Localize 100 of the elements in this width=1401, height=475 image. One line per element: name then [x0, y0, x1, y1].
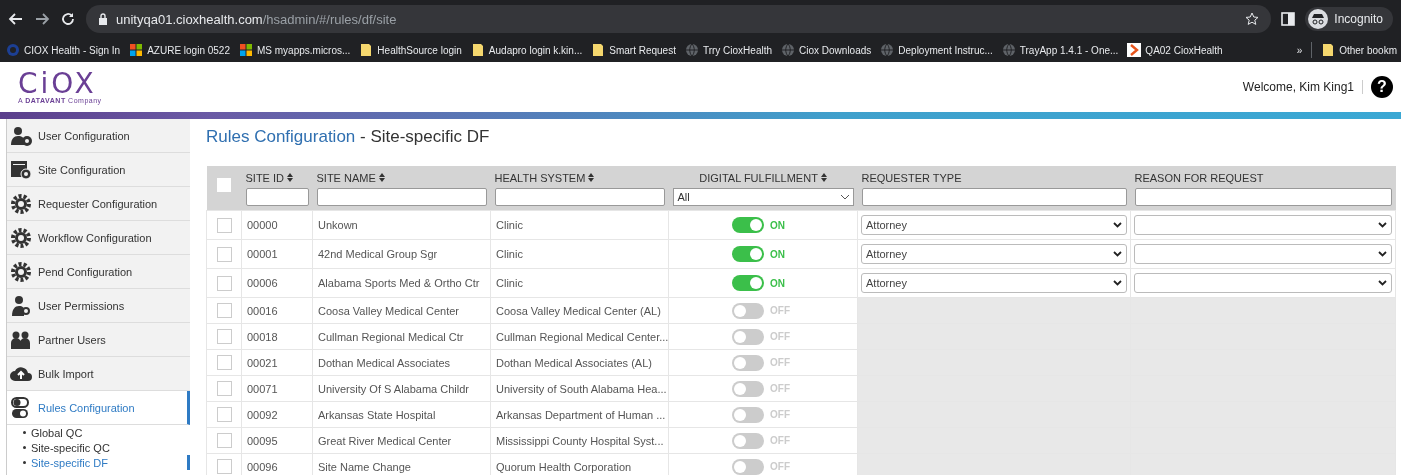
filter-dropdown[interactable]: All: [672, 188, 854, 206]
toggle-switch[interactable]: [732, 275, 764, 291]
row-dropdown[interactable]: Attorney: [861, 244, 1127, 264]
star-icon[interactable]: [1245, 12, 1260, 26]
row-dropdown[interactable]: Attorney: [861, 273, 1127, 293]
help-button[interactable]: ?: [1371, 76, 1393, 98]
table-cell: 42nd Medical Group Sgr: [312, 239, 491, 269]
bookmark-link[interactable]: AZURE login 0522: [129, 43, 230, 57]
sidepanel-icon[interactable]: [1281, 12, 1296, 26]
bookmark-link[interactable]: Deployment Instruc...: [880, 43, 993, 57]
row-checkbox[interactable]: [216, 303, 232, 318]
toggle-switch[interactable]: [732, 302, 764, 319]
profile-chip[interactable]: Incognito: [1305, 7, 1393, 31]
toggle-switch[interactable]: [732, 217, 764, 233]
row-dropdown[interactable]: Attorney: [861, 215, 1127, 235]
toggle-switch[interactable]: [732, 380, 764, 397]
sidebar-item[interactable]: Pend Configuration: [7, 255, 190, 289]
table-cell: 00071: [241, 375, 313, 402]
chevron-down-icon: [840, 194, 849, 200]
url-text[interactable]: unityqa01.cioxhealth.com/hsadmin/#/rules/df/site: [116, 11, 397, 27]
row-checkbox[interactable]: [216, 459, 232, 474]
sidebar-item[interactable]: Site Configuration: [7, 153, 190, 187]
other-bookmarks-link[interactable]: Other bookm: [1321, 43, 1397, 57]
table-cell: Arkansas State Hospital: [312, 401, 491, 428]
table-cell: Unkown: [312, 210, 491, 240]
sidebar-item[interactable]: Partner Users: [7, 323, 190, 357]
row-checkbox[interactable]: [216, 246, 232, 262]
toggle-label: ON: [770, 219, 786, 231]
row-checkbox[interactable]: [216, 381, 232, 396]
sidebar-item[interactable]: Requester Configuration: [7, 187, 190, 221]
bookmark-link[interactable]: QA02 CioxHealth: [1127, 43, 1223, 57]
bookmark-link[interactable]: Trry CioxHealth: [684, 43, 773, 57]
globe-icon: [781, 43, 796, 57]
address-bar[interactable]: unityqa01.cioxhealth.com/hsadmin/#/rules/df/site: [86, 5, 1272, 33]
ring-icon: [6, 43, 20, 57]
globe-icon: [880, 43, 895, 57]
table-cell: Cullman Regional Medical Ctr: [312, 323, 491, 350]
folder-icon: [1321, 43, 1336, 57]
bookmark-link[interactable]: TrayApp 1.4.1 - One...: [1001, 43, 1119, 57]
filter-input[interactable]: [861, 188, 1127, 206]
sidebar-item[interactable]: Rules Configuration: [7, 391, 190, 425]
folder-icon: [359, 43, 374, 57]
tiles-icon: [239, 43, 253, 57]
table-cell: University Of S Alabama Childr: [312, 375, 491, 402]
chevron-down-icon: [1113, 251, 1122, 257]
forward-icon[interactable]: [34, 11, 50, 27]
column-header[interactable]: DIGITAL FULFILLMENT: [672, 170, 854, 188]
select-all-checkbox[interactable]: [217, 178, 231, 192]
gear-icon: [10, 260, 32, 283]
row-dropdown[interactable]: [1134, 215, 1392, 235]
toggle-switch[interactable]: [732, 406, 764, 423]
reload-icon[interactable]: [60, 11, 76, 27]
sidebar-item[interactable]: User Configuration: [7, 119, 190, 153]
bookmark-link[interactable]: Ciox Downloads: [781, 43, 872, 57]
breadcrumb-link[interactable]: Rules Configuration: [206, 127, 356, 146]
sidebar-item[interactable]: Bulk Import: [7, 357, 190, 391]
filter-input[interactable]: [494, 188, 665, 206]
bookmark-link[interactable]: Smart Request: [591, 43, 676, 57]
toggle-switch[interactable]: [732, 246, 764, 262]
bookmark-link[interactable]: HealthSource login: [359, 43, 462, 57]
toggle-switch[interactable]: [732, 458, 764, 475]
row-checkbox[interactable]: [216, 217, 232, 233]
table-cell: Clinic: [490, 239, 669, 269]
filter-input[interactable]: [245, 188, 309, 206]
toggle-switch[interactable]: [732, 328, 764, 345]
sidebar-item[interactable]: User Permissions: [7, 289, 190, 323]
row-checkbox[interactable]: [216, 407, 232, 422]
submenu-link[interactable]: Site-specific DF: [31, 456, 109, 469]
gear-icon: [10, 192, 32, 215]
submenu-link[interactable]: Site-specific QC: [31, 441, 110, 454]
chevron-down-icon: [1113, 222, 1122, 228]
row-checkbox[interactable]: [216, 433, 232, 448]
sort-icon: [287, 173, 294, 182]
filter-input[interactable]: [1134, 188, 1392, 206]
table-cell: Coosa Valley Medical Center (AL): [490, 297, 669, 324]
row-checkbox[interactable]: [216, 275, 232, 291]
table-cell: Mississippi County Hospital Syst...: [490, 427, 669, 454]
globe-icon: [684, 43, 699, 57]
gear-icon: [10, 226, 32, 249]
toggle-switch[interactable]: [732, 354, 764, 371]
row-dropdown[interactable]: [1134, 244, 1392, 264]
toggle-switch[interactable]: [732, 432, 764, 449]
table-cell: Alabama Sports Med & Ortho Ctr: [312, 268, 491, 298]
sort-icon: [588, 173, 595, 182]
bookmark-link[interactable]: MS myapps.micros...: [239, 43, 351, 57]
filter-input[interactable]: [316, 188, 487, 206]
row-checkbox[interactable]: [216, 329, 232, 344]
sidebar-item[interactable]: Workflow Configuration: [7, 221, 190, 255]
welcome-text: Welcome, Kim King1: [1242, 80, 1363, 94]
back-icon[interactable]: [8, 11, 24, 27]
submenu-link[interactable]: Global QC: [31, 426, 83, 439]
sort-icon: [820, 173, 827, 182]
page-title: - Site-specific DF: [359, 127, 490, 146]
logo-wordmark: CiOX: [18, 70, 97, 97]
bookmark-link[interactable]: CIOX Health - Sign In: [6, 43, 121, 57]
overflow-chevron[interactable]: »: [1296, 44, 1303, 56]
row-checkbox[interactable]: [216, 355, 232, 370]
row-dropdown[interactable]: [1134, 273, 1392, 293]
user-gear-icon: [10, 124, 32, 147]
bookmark-link[interactable]: Audapro login k.kin...: [470, 43, 583, 57]
